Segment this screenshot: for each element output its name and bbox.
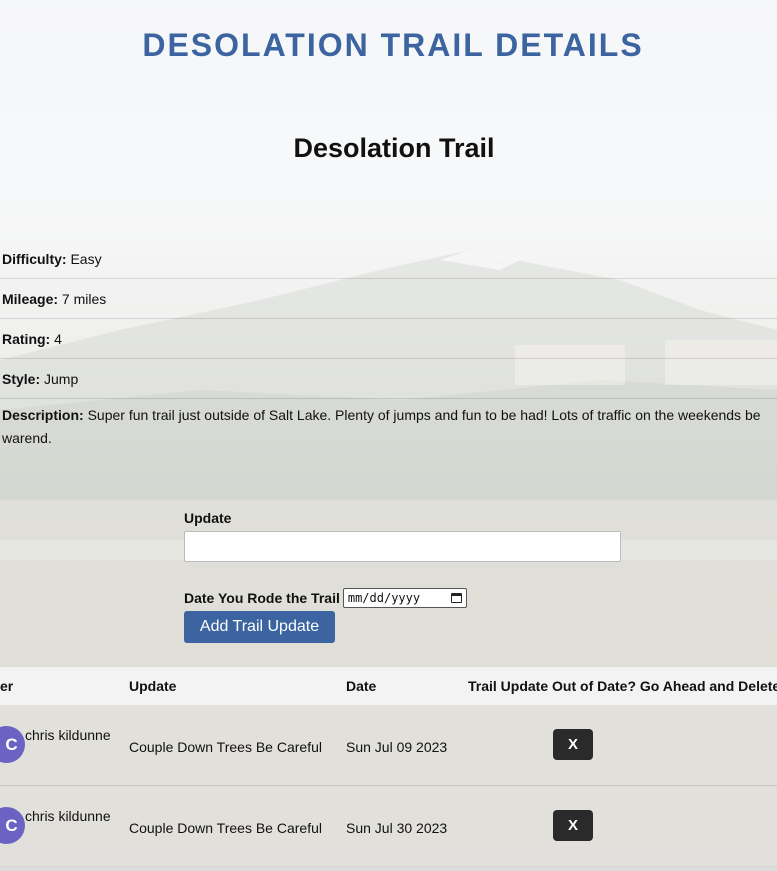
avatar: C	[0, 807, 25, 844]
user-name: chris kildunne	[25, 808, 111, 824]
header-update: Update	[129, 678, 177, 694]
trail-details: Difficulty: Easy Mileage: 7 miles Rating…	[0, 239, 777, 460]
table-row: C chris kildunne Couple Down Trees Be Ca…	[0, 786, 777, 867]
date-row: Date You Rode the Trail mm/dd/yyyy	[184, 588, 624, 608]
calendar-icon[interactable]	[450, 593, 462, 603]
table-row: C chris kildunne Couple Down Trees Be Ca…	[0, 705, 777, 786]
date-placeholder: mm/dd/yyyy	[347, 591, 421, 605]
header-user: er	[0, 678, 14, 694]
delete-button[interactable]: X	[553, 729, 593, 760]
detail-value: Jump	[44, 371, 79, 387]
update-date: Sun Jul 09 2023	[346, 739, 448, 755]
detail-label: Rating:	[2, 331, 51, 347]
delete-button[interactable]: X	[553, 810, 593, 841]
detail-style: Style: Jump	[0, 359, 777, 399]
page-title: DESOLATION TRAIL DETAILS	[142, 27, 644, 63]
trail-updates-table: er Update Date Trail Update Out of Date?…	[0, 667, 777, 867]
detail-label: Difficulty:	[2, 251, 67, 267]
header-delete: Trail Update Out of Date? Go Ahead and D…	[468, 678, 777, 694]
date-label: Date You Rode the Trail	[184, 590, 340, 606]
date-input[interactable]: mm/dd/yyyy	[342, 588, 467, 608]
detail-label: Description:	[2, 407, 84, 423]
update-input[interactable]	[184, 531, 621, 562]
detail-label: Style:	[2, 371, 41, 387]
avatar: C	[0, 726, 25, 763]
detail-value: Easy	[70, 251, 102, 267]
update-label: Update	[184, 510, 232, 526]
detail-description: Description: Super fun trail just outsid…	[0, 399, 777, 460]
trail-name: Desolation Trail	[293, 133, 495, 163]
detail-value: 7 miles	[61, 291, 107, 307]
update-date: Sun Jul 30 2023	[346, 820, 448, 836]
header-date: Date	[346, 678, 377, 694]
trail-update-form: Update Date You Rode the Trail mm/dd/yyy…	[184, 510, 624, 643]
user-name: chris kildunne	[25, 727, 111, 743]
update-text: Couple Down Trees Be Careful	[129, 739, 322, 755]
table-header: er Update Date Trail Update Out of Date?…	[0, 667, 777, 705]
detail-label: Mileage:	[2, 291, 59, 307]
detail-value: Super fun trail just outside of Salt Lak…	[2, 407, 761, 446]
detail-difficulty: Difficulty: Easy	[0, 239, 777, 279]
detail-value: 4	[54, 331, 62, 347]
add-trail-update-button[interactable]: Add Trail Update	[184, 611, 335, 643]
detail-mileage: Mileage: 7 miles	[0, 279, 777, 319]
detail-rating: Rating: 4	[0, 319, 777, 359]
update-text: Couple Down Trees Be Careful	[129, 820, 322, 836]
table-footer	[0, 866, 777, 871]
